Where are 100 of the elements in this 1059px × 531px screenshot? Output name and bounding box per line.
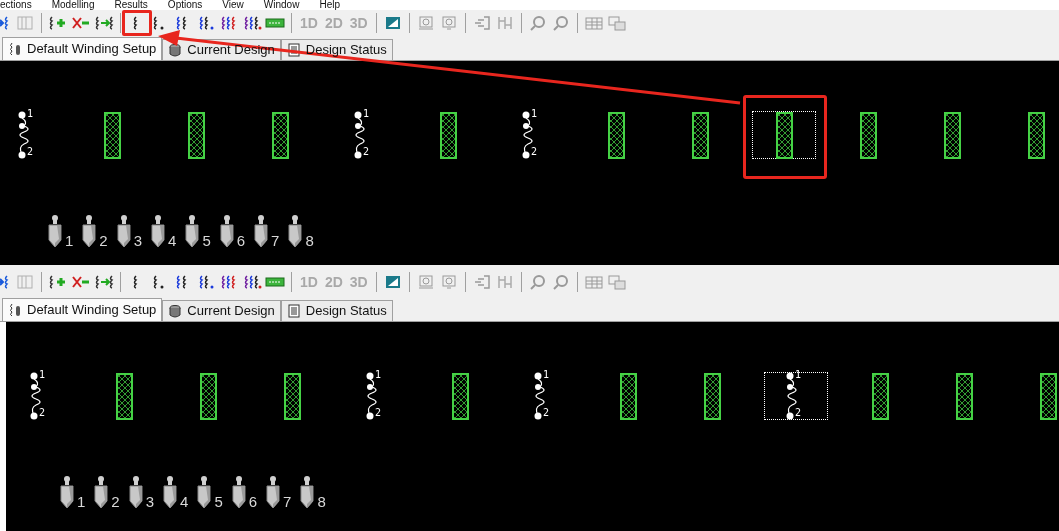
document-icon (286, 304, 301, 318)
connection-number: 5 (202, 233, 211, 248)
slot-strip-icon[interactable] (265, 15, 285, 31)
connector-icon[interactable] (127, 475, 144, 509)
empty-slot[interactable] (859, 111, 877, 159)
terminal-label: 1 (363, 109, 370, 119)
coil-drawing (785, 372, 799, 420)
menu-item[interactable]: Help (319, 0, 340, 10)
connection-number: 7 (271, 233, 280, 248)
connector-icon[interactable] (150, 214, 167, 248)
connector-icon[interactable] (81, 214, 98, 248)
menu-item[interactable]: Window (263, 0, 300, 10)
coil-drawing (29, 372, 43, 420)
coil-drawing (533, 372, 547, 420)
terminal-label: 1 (375, 370, 382, 380)
terminal-label: 1 (27, 109, 34, 119)
terminal-label: 2 (363, 147, 370, 157)
empty-slot[interactable] (775, 111, 793, 159)
menu-item[interactable]: ections (0, 0, 32, 10)
connector-icon[interactable] (253, 214, 270, 248)
cylinder-icon (168, 43, 183, 57)
terminal-label: 1 (795, 370, 802, 380)
terminal-label: 2 (543, 408, 550, 418)
connector-icon[interactable] (218, 214, 235, 248)
empty-slot[interactable] (871, 372, 889, 420)
selection-box[interactable]: 1 2 (764, 372, 828, 420)
empty-slot[interactable] (271, 111, 289, 159)
connection-number: 4 (168, 233, 177, 248)
cylinder-icon (168, 304, 183, 318)
terminal-label: 1 (543, 370, 550, 380)
connection-number: 4 (180, 494, 189, 509)
connection-number: 5 (214, 494, 223, 509)
coil-drawing (365, 372, 379, 420)
empty-slot[interactable] (187, 111, 205, 159)
connector-icon[interactable] (115, 214, 132, 248)
empty-slot[interactable] (1027, 111, 1045, 159)
empty-slot[interactable] (439, 111, 457, 159)
terminal-label: 2 (531, 147, 538, 157)
connector-icon[interactable] (287, 214, 304, 248)
connection-number: 6 (236, 233, 246, 248)
empty-slot[interactable] (943, 111, 961, 159)
connection-number: 2 (111, 494, 120, 509)
connector-icon[interactable] (230, 475, 247, 509)
remove-coil-icon[interactable] (71, 274, 91, 290)
menu-item[interactable]: View (222, 0, 244, 10)
coil-drawing (521, 111, 535, 159)
empty-slot[interactable] (115, 372, 133, 420)
connection-number: 6 (248, 494, 258, 509)
empty-slot[interactable] (955, 372, 973, 420)
empty-slot[interactable] (607, 111, 625, 159)
connector-icon[interactable] (265, 475, 282, 509)
connection-number: 3 (133, 233, 143, 248)
coil-drawing (353, 111, 367, 159)
connector-icon[interactable] (162, 475, 179, 509)
terminal-label: 2 (27, 147, 34, 157)
swap-coil-icon[interactable] (94, 15, 114, 31)
terminal-label: 1 (39, 370, 46, 380)
connector-icon[interactable] (93, 475, 110, 509)
connector-icon[interactable] (299, 475, 316, 509)
coil-drawing (17, 111, 31, 159)
swap-coil-icon[interactable] (94, 274, 114, 290)
empty-slot[interactable] (691, 111, 709, 159)
tab[interactable]: Default Winding Setup (2, 37, 163, 60)
connection-number: 7 (283, 494, 292, 509)
empty-slot[interactable] (199, 372, 217, 420)
connector-icon[interactable] (47, 214, 63, 248)
terminal-label: 2 (375, 408, 382, 418)
empty-slot[interactable] (1039, 372, 1057, 420)
connection-number: 3 (145, 494, 155, 509)
connector-icon[interactable] (59, 475, 75, 509)
menu-item[interactable]: Modelling (51, 0, 95, 10)
tab[interactable]: Design Status (280, 300, 393, 321)
terminal-label: 2 (39, 408, 46, 418)
coil-icon (8, 42, 22, 56)
terminal-label: 1 (531, 109, 538, 119)
slot-strip-icon[interactable] (265, 274, 285, 290)
coil-icon (8, 303, 22, 317)
add-coil-icon[interactable] (48, 274, 68, 290)
add-coil-icon[interactable] (48, 15, 68, 31)
empty-slot[interactable] (451, 372, 469, 420)
document-icon (286, 43, 301, 57)
terminal-label: 2 (795, 408, 802, 418)
connector-icon[interactable] (196, 475, 213, 509)
empty-slot[interactable] (703, 372, 721, 420)
tab[interactable]: Default Winding Setup (2, 298, 163, 321)
connection-number: 1 (65, 233, 74, 248)
remove-coil-icon[interactable] (71, 15, 91, 31)
coil-group-icon[interactable] (242, 15, 262, 31)
connection-number: 8 (317, 494, 326, 509)
empty-slot[interactable] (619, 372, 637, 420)
menu-item[interactable]: Options (167, 0, 203, 10)
coil-group-icon[interactable] (242, 274, 262, 290)
menu-item[interactable]: Results (114, 0, 148, 10)
connection-number: 8 (305, 233, 314, 248)
highlight-box (122, 10, 152, 36)
connector-icon[interactable] (184, 214, 201, 248)
empty-slot[interactable] (283, 372, 301, 420)
tab[interactable]: Current Design (162, 300, 281, 321)
empty-slot[interactable] (103, 111, 121, 159)
selection-box[interactable] (752, 111, 816, 159)
